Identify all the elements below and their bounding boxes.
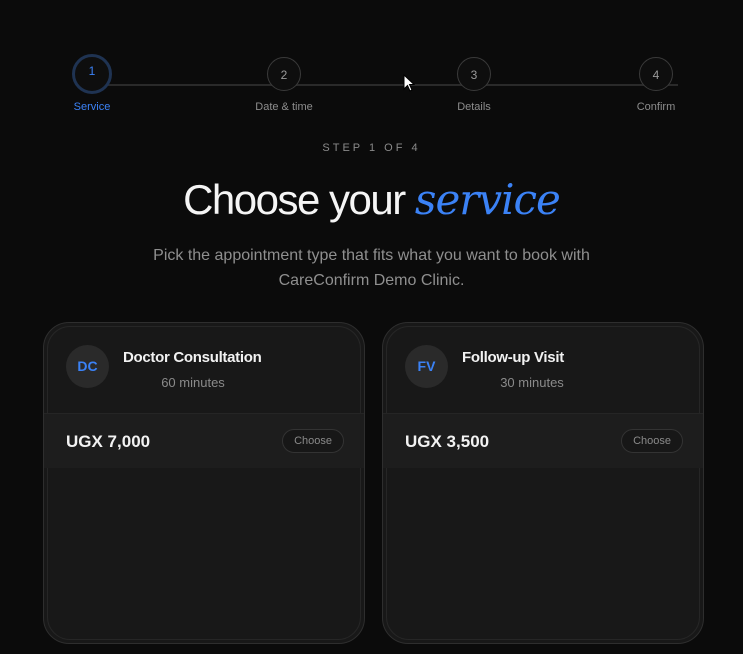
service-name: Doctor Consultation [123, 349, 262, 366]
title-accent: service [414, 175, 561, 224]
step-service[interactable]: 1 Service [52, 54, 132, 113]
step-number: 3 [457, 57, 491, 91]
service-card-follow-up-visit[interactable]: FV Follow-up Visit 30 minutes UGX 3,500 … [382, 322, 704, 644]
choose-button[interactable]: Choose [282, 429, 344, 453]
service-duration: 30 minutes [500, 375, 564, 390]
page-subtitle: Pick the appointment type that fits what… [153, 247, 590, 289]
step-number: 1 [72, 54, 112, 94]
step-label: Date & time [255, 101, 313, 113]
card-header: FV Follow-up Visit 30 minutes [383, 323, 703, 414]
service-avatar: DC [66, 345, 109, 388]
step-number: 2 [267, 57, 301, 91]
step-number: 4 [639, 57, 673, 91]
step-label: Service [73, 101, 111, 113]
step-details[interactable]: 3 Details [434, 57, 514, 113]
step-label: Details [457, 101, 491, 113]
step-confirm[interactable]: 4 Confirm [616, 57, 696, 113]
service-card-doctor-consultation[interactable]: DC Doctor Consultation 60 minutes UGX 7,… [43, 322, 365, 644]
card-header: DC Doctor Consultation 60 minutes [44, 323, 364, 414]
page-title: Choose your service [0, 175, 743, 224]
service-price: UGX 7,000 [66, 432, 151, 451]
service-duration: 60 minutes [161, 375, 225, 390]
mouse-cursor-icon [403, 74, 415, 92]
title-plain: Choose your [183, 176, 415, 223]
stepper-line [92, 84, 678, 86]
progress-stepper: 1 Service 2 Date & time 3 Details 4 Conf… [0, 0, 743, 120]
step-indicator: STEP 1 OF 4 [322, 142, 421, 154]
service-price: UGX 3,500 [405, 432, 490, 451]
choose-button[interactable]: Choose [621, 429, 683, 453]
step-date-time[interactable]: 2 Date & time [244, 57, 324, 113]
card-footer: UGX 3,500 Choose [383, 414, 703, 468]
card-footer: UGX 7,000 Choose [44, 414, 364, 468]
step-label: Confirm [636, 101, 676, 113]
service-avatar: FV [405, 345, 448, 388]
service-name: Follow-up Visit [462, 349, 564, 366]
